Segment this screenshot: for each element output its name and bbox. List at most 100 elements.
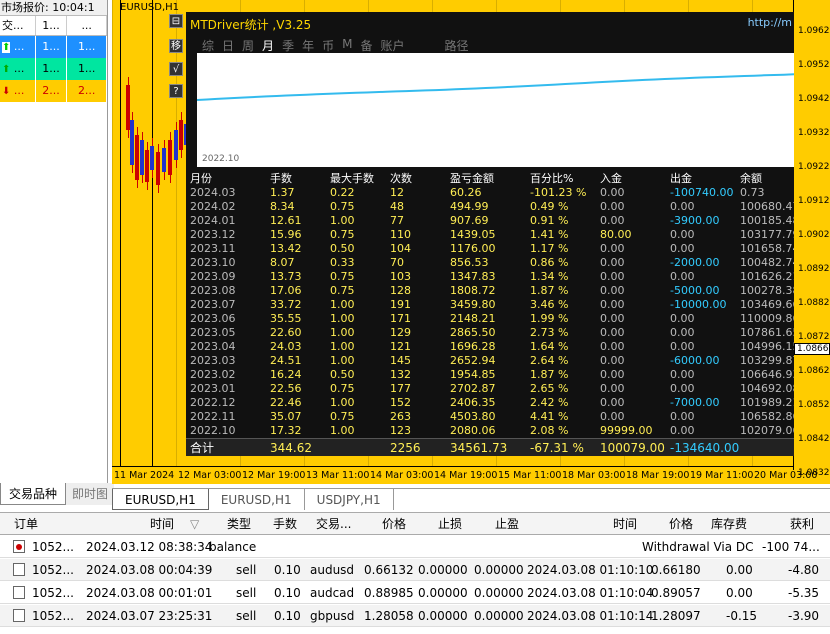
price-tick-label: 1.08720 bbox=[798, 332, 830, 342]
stats-cell: 24.03 bbox=[270, 340, 302, 353]
stats-cell: 0.00 bbox=[600, 382, 625, 395]
total-cell: 100079.00 bbox=[600, 441, 665, 455]
current-price-label: 1.08662 bbox=[794, 343, 830, 355]
col-tp[interactable]: 止盈 bbox=[495, 513, 519, 535]
order-price: 0.66132 bbox=[364, 563, 414, 577]
period-tab[interactable]: 综 bbox=[202, 37, 214, 54]
period-tab[interactable]: 账户 bbox=[380, 37, 404, 54]
order-comment: Withdrawal Via DC bbox=[642, 540, 754, 554]
sort-desc-icon: ▽ bbox=[190, 517, 200, 531]
stats-row: 2022.11 35.07 0.75 263 4503.80 4.41 % 0.00 0.00… bbox=[190, 410, 794, 424]
stats-cell: 1.34 % bbox=[530, 270, 569, 283]
period-tab[interactable]: 月 bbox=[262, 37, 274, 54]
stats-cell: -7000.00 bbox=[670, 396, 720, 409]
period-tab[interactable]: 日 bbox=[222, 37, 234, 54]
history-row[interactable]: 1052... 2024.03.08 00:01:01 sell 0.10 au… bbox=[0, 582, 830, 604]
col-symbol[interactable]: 交易... bbox=[316, 513, 351, 535]
time-tick-label: 19 Mar 11:00 bbox=[690, 470, 754, 481]
col-price[interactable]: 价格 bbox=[382, 513, 406, 535]
history-row[interactable]: 1052... 2024.03.07 23:25:31 sell 0.10 gb… bbox=[0, 605, 830, 627]
period-tab[interactable]: 季 bbox=[282, 37, 294, 54]
order-profit: -4.80 bbox=[788, 563, 820, 577]
col-sl[interactable]: 止损 bbox=[438, 513, 462, 535]
stats-cell: 0.75 bbox=[330, 284, 355, 297]
period-tab[interactable]: 年 bbox=[302, 37, 314, 54]
period-tab[interactable]: 周 bbox=[242, 37, 254, 54]
stats-cell: 0.00 bbox=[600, 326, 625, 339]
stats-cell: 2652.94 bbox=[450, 354, 496, 367]
stats-cell: 1.00 bbox=[330, 214, 355, 227]
help-button[interactable]: ? bbox=[169, 84, 183, 98]
stats-cell: 0.00 bbox=[600, 270, 625, 283]
panel-url[interactable]: http://m bbox=[748, 16, 792, 29]
history-row[interactable]: 1052... 2024.03.12 08:38:34 balance With… bbox=[0, 536, 830, 558]
stats-cell: 3459.80 bbox=[450, 298, 496, 311]
chart-tabs: EURUSD,H1 EURUSD,H1 USDJPY,H1 bbox=[112, 488, 830, 510]
stats-cell: 1.37 bbox=[270, 186, 295, 199]
price-tick-label: 1.08820 bbox=[798, 298, 830, 308]
time-tick-label: 18 Mar 19:00 bbox=[626, 470, 690, 481]
column-bid[interactable]: 1... bbox=[36, 16, 68, 35]
tool-button-3[interactable]: √ bbox=[169, 62, 183, 76]
col-type[interactable]: 类型 bbox=[227, 513, 251, 535]
period-tabs: 综日周月季年币 M 备账户 路径 bbox=[202, 37, 477, 54]
stats-cell: 145 bbox=[390, 354, 411, 367]
col-profit[interactable]: 获利 bbox=[790, 513, 814, 535]
history-row[interactable]: 1052... 2024.03.08 00:04:39 sell 0.10 au… bbox=[0, 559, 830, 581]
stats-cell: 101626.21 bbox=[740, 270, 794, 283]
ask-value: 2... bbox=[67, 80, 107, 102]
tab-chart-eurusd[interactable]: EURUSD,H1 bbox=[209, 489, 305, 510]
stats-row: 2024.03 1.37 0.22 12 60.26 -101.23 % 0.00 -1007… bbox=[190, 186, 794, 200]
period-tab[interactable]: 备 bbox=[360, 37, 372, 54]
price-tick-label: 1.09120 bbox=[798, 196, 830, 206]
tool-button-2[interactable]: 移 bbox=[169, 39, 183, 53]
stats-cell: 1.87 % bbox=[530, 368, 569, 381]
stats-cell: 104996.15 bbox=[740, 340, 794, 353]
stats-cell: 0.00 bbox=[600, 186, 625, 199]
stats-cell: 171 bbox=[390, 312, 411, 325]
market-row[interactable]: ⬆ ... 1... 1... bbox=[0, 36, 107, 58]
column-symbol[interactable]: 交... bbox=[0, 16, 36, 35]
col-close-price[interactable]: 价格 bbox=[669, 513, 693, 535]
total-cell bbox=[740, 441, 794, 455]
stats-cell: 22.46 bbox=[270, 396, 302, 409]
stats-cell: 1.00 bbox=[330, 340, 355, 353]
period-tab[interactable]: M bbox=[342, 37, 352, 54]
stats-cell: 8.07 bbox=[270, 256, 295, 269]
tab-chart-eurusd-active[interactable]: EURUSD,H1 bbox=[112, 489, 209, 510]
stats-cell: 2023.02 bbox=[190, 368, 236, 381]
stats-cell: 0.75 bbox=[330, 410, 355, 423]
stats-cell: 1.00 bbox=[330, 326, 355, 339]
stats-cell: 107861.65 bbox=[740, 326, 794, 339]
period-tab[interactable]: 币 bbox=[322, 37, 334, 54]
stats-cell: 12 bbox=[390, 186, 404, 199]
panel-title: MTDriver统计 ,V3.25 bbox=[190, 18, 312, 32]
order-time: 2024.03.08 00:01:01 bbox=[86, 586, 213, 600]
stats-row: 2023.05 22.60 1.00 129 2865.50 2.73 % 0.00 0.00… bbox=[190, 326, 794, 340]
col-swap[interactable]: 库存费 bbox=[711, 513, 747, 535]
stats-cell: 0.50 bbox=[330, 242, 355, 255]
curve-start-date: 2022.10 bbox=[202, 154, 240, 164]
column-ask[interactable]: ... bbox=[67, 16, 107, 35]
stats-row: 2023.09 13.73 0.75 103 1347.83 1.34 % 0.00 0.00… bbox=[190, 270, 794, 284]
stats-cell: 2022.12 bbox=[190, 396, 236, 409]
market-row[interactable]: ⬇ ... 2... 2... bbox=[0, 80, 107, 102]
price-tick-label: 1.08620 bbox=[798, 366, 830, 376]
stats-cell: 1954.85 bbox=[450, 368, 496, 381]
tab-tick-chart[interactable]: 即时图 bbox=[66, 483, 115, 505]
col-time[interactable]: 时间 bbox=[150, 513, 174, 535]
market-row[interactable]: ⬆ ... 1... 1... bbox=[0, 58, 107, 80]
col-close-time[interactable]: 时间 bbox=[613, 513, 637, 535]
market-watch-tabs: 交易品种 即时图 bbox=[0, 483, 115, 505]
time-tick-label: 14 Mar 19:00 bbox=[434, 470, 498, 481]
account-history-table: 订单 时间 ▽ 类型 手数 交易... 价格 止损 止盈 时间 价格 库存费 获… bbox=[0, 512, 830, 634]
tab-symbols[interactable]: 交易品种 bbox=[0, 483, 67, 505]
stats-cell: 0.00 bbox=[670, 312, 695, 325]
price-tick-label: 1.09420 bbox=[798, 94, 830, 104]
col-lots[interactable]: 手数 bbox=[273, 513, 297, 535]
tool-button-1[interactable]: ⊟ bbox=[169, 14, 183, 28]
stats-cell: 100482.74 bbox=[740, 256, 794, 269]
period-tab[interactable]: 路径 bbox=[445, 37, 469, 54]
col-order[interactable]: 订单 bbox=[14, 513, 38, 535]
tab-chart-usdjpy[interactable]: USDJPY,H1 bbox=[305, 489, 394, 510]
